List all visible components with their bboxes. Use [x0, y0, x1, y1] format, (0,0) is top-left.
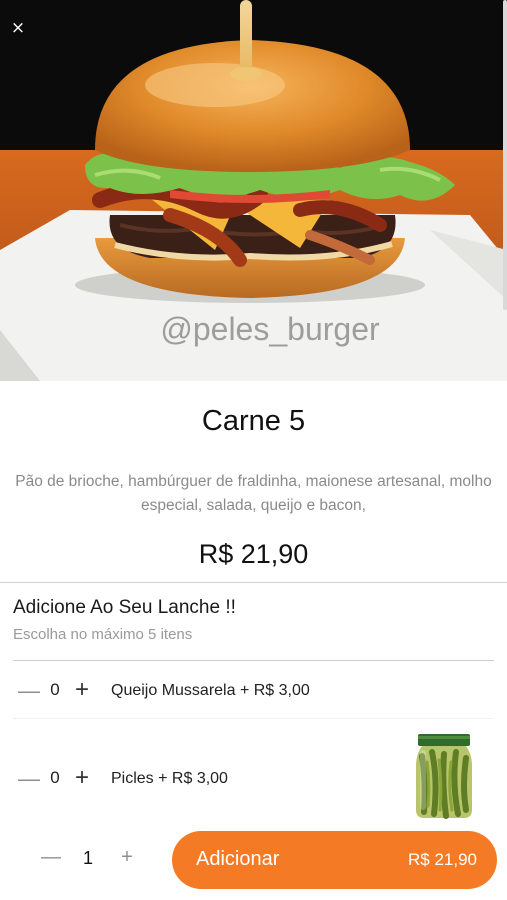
quantity-plus-button[interactable]: + [116, 846, 138, 869]
product-price: R$ 21,90 [198, 539, 309, 569]
section-divider [0, 582, 507, 583]
addon-minus-button[interactable]: — [18, 678, 40, 704]
row-divider [13, 718, 494, 719]
pickle-jar-icon [416, 734, 472, 819]
add-button-label: Adicionar [196, 848, 280, 870]
addon-minus-button[interactable]: — [18, 766, 40, 792]
product-image: @peles_burger × [0, 0, 507, 381]
product-description: Pão de brioche, hambúrguer de fraldinha,… [15, 473, 492, 514]
addon-quantity: 0 [50, 768, 60, 787]
close-icon[interactable]: × [6, 16, 30, 40]
addons-subtitle: Escolha no máximo 5 itens [13, 626, 193, 643]
add-button-price: R$ 21,90 [408, 850, 477, 869]
addon-plus-button[interactable]: + [70, 764, 94, 792]
quantity-value: 1 [82, 848, 93, 868]
product-name: Carne 5 [201, 405, 306, 437]
addon-quantity: 0 [50, 680, 60, 699]
burger-photo: @peles_burger [0, 0, 507, 381]
addon-label: Picles + R$ 3,00 [111, 770, 228, 787]
watermark-text: @peles_burger [160, 311, 380, 347]
scrollbar[interactable] [503, 0, 507, 310]
addon-plus-button[interactable]: + [70, 676, 94, 704]
addon-item-queijo: — 0 + Queijo Mussarela + R$ 3,00 [0, 674, 507, 714]
quantity-minus-button[interactable]: — [40, 846, 62, 869]
addon-label: Queijo Mussarela + R$ 3,00 [111, 682, 310, 699]
addons-title: Adicione Ao Seu Lanche !! [13, 597, 236, 618]
addons-divider [13, 660, 494, 661]
add-to-cart-button[interactable]: Adicionar R$ 21,90 [172, 831, 497, 889]
